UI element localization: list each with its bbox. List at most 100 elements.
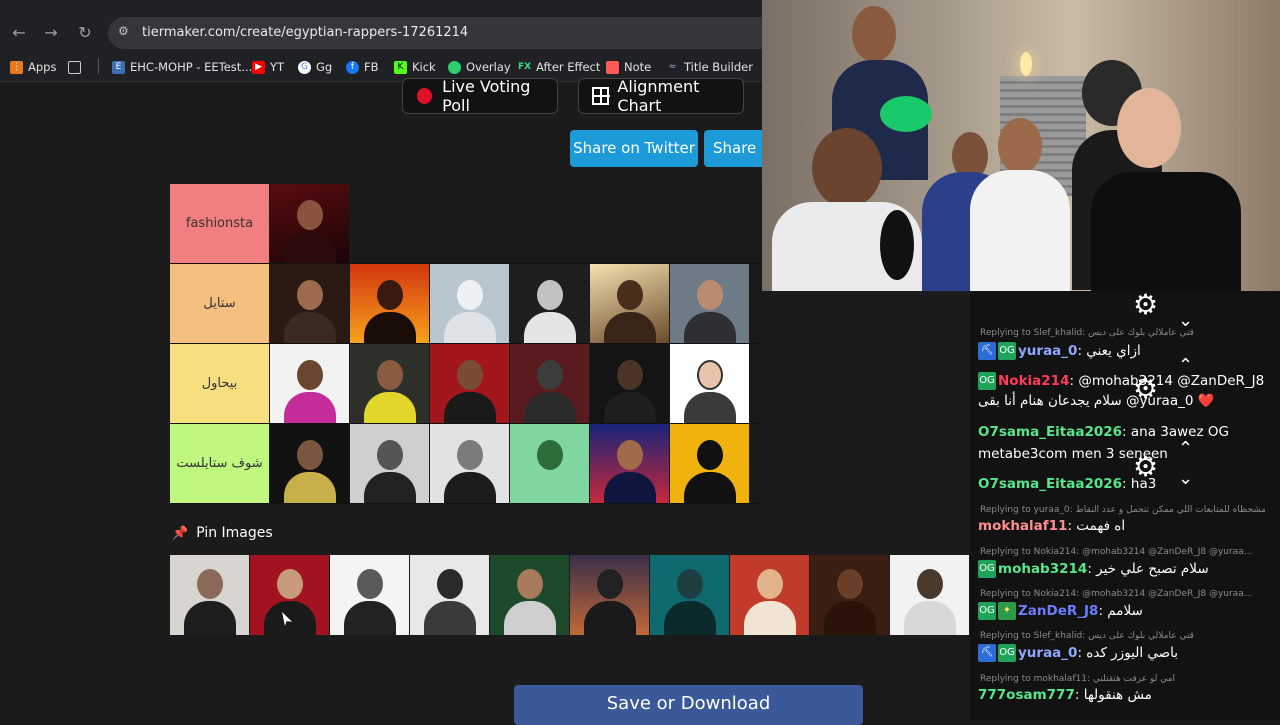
- tab-grid-icon[interactable]: [68, 59, 81, 75]
- chat-text: metabe3com men 3 seneen: [978, 446, 1168, 462]
- chat-username[interactable]: mohab3214: [998, 561, 1087, 577]
- share-other-button[interactable]: Share o: [704, 130, 762, 167]
- chat-message: O7sama_Eitaa2026: ha3: [978, 476, 1157, 492]
- chat-text: مش هنقولها: [1083, 687, 1152, 703]
- pin-image[interactable]: [730, 555, 809, 635]
- youtube-icon: ▶: [252, 60, 265, 74]
- pin-image[interactable]: [330, 555, 409, 635]
- ehc-icon: E: [112, 60, 125, 74]
- chevron-up-icon[interactable]: ⌃: [1178, 438, 1193, 459]
- chat-message: O7sama_Eitaa2026: ana 3awez OG: [978, 424, 1229, 440]
- reload-icon[interactable]: ↻: [74, 22, 96, 44]
- chat-text: ana 3awez OG: [1130, 424, 1229, 440]
- tier-label[interactable]: بيحاول: [170, 344, 269, 423]
- forward-arrow-icon[interactable]: →: [40, 22, 62, 44]
- pin-image[interactable]: [410, 555, 489, 635]
- chat-username[interactable]: mokhalaf11: [978, 518, 1067, 534]
- tier-image[interactable]: [350, 424, 429, 503]
- bookmark-apps[interactable]: ⋮ Apps: [10, 59, 56, 75]
- bookmark-fb[interactable]: f FB: [346, 59, 379, 75]
- pin-image[interactable]: [810, 555, 889, 635]
- tier-image[interactable]: [590, 344, 669, 423]
- tier-image[interactable]: [590, 424, 669, 503]
- pin-images-strip: [170, 555, 969, 635]
- chat-username[interactable]: ZanDeR_J8: [1018, 603, 1098, 619]
- wave-icon: ≈: [668, 61, 677, 72]
- save-or-download-button[interactable]: Save or Download: [514, 685, 863, 725]
- chat-reply-context: Replying to yuraa_0: عليها مشحظاه للمتاب…: [980, 505, 1265, 515]
- bookmark-overlay[interactable]: Overlay: [448, 59, 511, 75]
- tier-image[interactable]: [430, 264, 509, 343]
- pin-image[interactable]: [650, 555, 729, 635]
- tier-row-2: ستايل: [170, 264, 762, 344]
- chat-username[interactable]: O7sama_Eitaa2026: [978, 476, 1122, 492]
- tier-image[interactable]: [670, 424, 749, 503]
- tier-image[interactable]: [270, 344, 349, 423]
- back-arrow-icon[interactable]: ←: [8, 22, 30, 44]
- bookmark-note[interactable]: Note: [606, 59, 651, 75]
- tier-label[interactable]: ستايل: [170, 264, 269, 343]
- chat-reply-context: Replying to Slef_khalid: قتي عاملالي بلو…: [980, 328, 1194, 338]
- chat-message-continued: سلام يجدعان هنام أنا بقى @yuraa_0 ❤️: [978, 393, 1215, 409]
- bookmark-gg[interactable]: G Gg: [298, 59, 332, 75]
- og-badge-icon: OG: [978, 602, 996, 620]
- pin-image[interactable]: [890, 555, 969, 635]
- star-badge-icon: ✦: [998, 602, 1016, 620]
- chat-text: سلامم: [1107, 603, 1143, 619]
- chat-text: ازاي يعني: [1086, 343, 1141, 359]
- tier-image[interactable]: [510, 264, 589, 343]
- chat-reply-context: Replying to Nokia214: @mohab3214 @ZanDeR…: [980, 589, 1253, 599]
- og-badge-icon: OG: [978, 560, 996, 578]
- kick-icon: K: [394, 60, 407, 74]
- tier-image[interactable]: [270, 184, 349, 263]
- tier-image[interactable]: [350, 264, 429, 343]
- pin-image[interactable]: [570, 555, 649, 635]
- chat-text: سلام يجدعان هنام أنا بقى @yuraa_0 ❤️: [978, 393, 1215, 409]
- share-twitter-button[interactable]: Share on Twitter: [570, 130, 698, 167]
- bookmark-after-effect[interactable]: FX After Effect: [518, 59, 600, 75]
- tier-image[interactable]: [590, 264, 669, 343]
- tier-image[interactable]: [430, 424, 509, 503]
- tier-label[interactable]: fashionsta: [170, 184, 269, 263]
- chat-username[interactable]: 777osam777: [978, 687, 1075, 703]
- chat-message: OG ✦ ZanDeR_J8: سلامم: [978, 602, 1143, 620]
- bookmark-yt[interactable]: ▶ YT: [252, 59, 284, 75]
- chat-username[interactable]: O7sama_Eitaa2026: [978, 424, 1122, 440]
- tier-image[interactable]: [270, 264, 349, 343]
- tier-image[interactable]: [510, 424, 589, 503]
- chat-username[interactable]: Nokia214: [998, 373, 1069, 389]
- facebook-icon: f: [346, 60, 359, 74]
- chat-username[interactable]: yuraa_0: [1018, 645, 1077, 661]
- chat-message: OG mohab3214: سلام تصبح علي خير: [978, 560, 1209, 578]
- pin-image[interactable]: [490, 555, 569, 635]
- grid-icon: [592, 87, 611, 105]
- live-voting-poll-button[interactable]: Live Voting Poll: [402, 77, 558, 115]
- pin-image[interactable]: [170, 555, 249, 635]
- google-icon: G: [298, 60, 311, 74]
- fx-icon: FX: [518, 61, 532, 72]
- tier-image[interactable]: [430, 344, 509, 423]
- pin-image[interactable]: [250, 555, 329, 635]
- tier-image[interactable]: [510, 344, 589, 423]
- bookmark-ehc[interactable]: E EHC-MOHP - EETest...: [112, 59, 252, 75]
- tier-row-4: شوف ستايلست: [170, 424, 762, 504]
- record-dot-icon: [417, 88, 433, 104]
- alignment-chart-button[interactable]: Alignment Chart: [578, 77, 744, 115]
- tier-image[interactable]: [670, 344, 749, 423]
- gear-icon[interactable]: ⚙: [1133, 288, 1158, 321]
- chevron-down-icon[interactable]: ⌄: [1178, 468, 1193, 489]
- tier-image[interactable]: [670, 264, 749, 343]
- url-text[interactable]: tiermaker.com/create/egyptian-rappers-17…: [142, 25, 468, 40]
- chat-text: @mohab3214 @ZanDeR_J8: [1078, 373, 1265, 389]
- bookmark-title-builder[interactable]: ≈ Title Builder: [666, 59, 753, 75]
- chat-text: ha3: [1130, 476, 1157, 492]
- tier-image[interactable]: [270, 424, 349, 503]
- bookmark-kick[interactable]: K Kick: [394, 59, 436, 75]
- tier-image[interactable]: [350, 344, 429, 423]
- tier-label[interactable]: شوف ستايلست: [170, 424, 269, 503]
- pushpin-icon: 📌: [172, 525, 189, 541]
- site-settings-icon[interactable]: ⚙: [118, 24, 132, 40]
- bookmark-separator: [98, 58, 99, 74]
- chat-username[interactable]: yuraa_0: [1018, 343, 1077, 359]
- chat-reply-context: Replying to Nokia214: @mohab3214 @ZanDeR…: [980, 547, 1253, 557]
